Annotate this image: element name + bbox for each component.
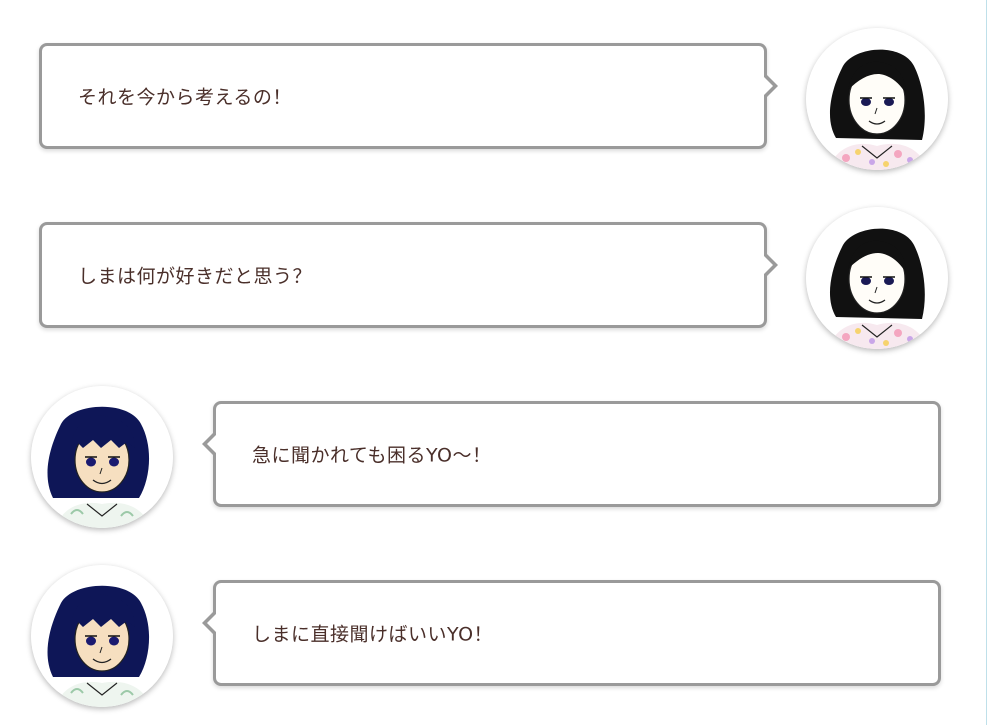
chat-message-row: それを今から考えるの！ — [0, 22, 993, 172]
chat-message-row: しまは何が好きだと思う？ — [0, 201, 993, 351]
message-text: しまは何が好きだと思う？ — [78, 265, 313, 288]
chat-message-row: しまに直接聞けばいいYO！ — [0, 559, 993, 709]
chat-thread: それを今から考えるの！ しまは何が好きだと思う？ 急に聞かれても困るYO〜！ し… — [0, 0, 993, 725]
message-text: 急に聞かれても困るYO〜！ — [252, 444, 492, 467]
girl-navy-hair-avatar — [31, 565, 173, 707]
message-text: しまに直接聞けばいいYO！ — [252, 623, 494, 646]
chat-message-row: 急に聞かれても困るYO〜！ — [0, 380, 993, 530]
girl-face-icon — [31, 386, 173, 528]
girl-navy-hair-avatar — [31, 386, 173, 528]
woman-face-icon — [806, 28, 948, 170]
speech-bubble: 急に聞かれても困るYO〜！ — [202, 401, 941, 507]
speech-bubble: しまは何が好きだと思う？ — [39, 222, 778, 328]
page-edge-divider — [986, 0, 987, 725]
girl-face-icon — [31, 565, 173, 707]
woman-black-hair-avatar — [806, 207, 948, 349]
woman-face-icon — [806, 207, 948, 349]
speech-bubble: それを今から考えるの！ — [39, 43, 778, 149]
woman-black-hair-avatar — [806, 28, 948, 170]
speech-bubble: しまに直接聞けばいいYO！ — [202, 580, 941, 686]
message-text: それを今から考えるの！ — [78, 86, 292, 109]
